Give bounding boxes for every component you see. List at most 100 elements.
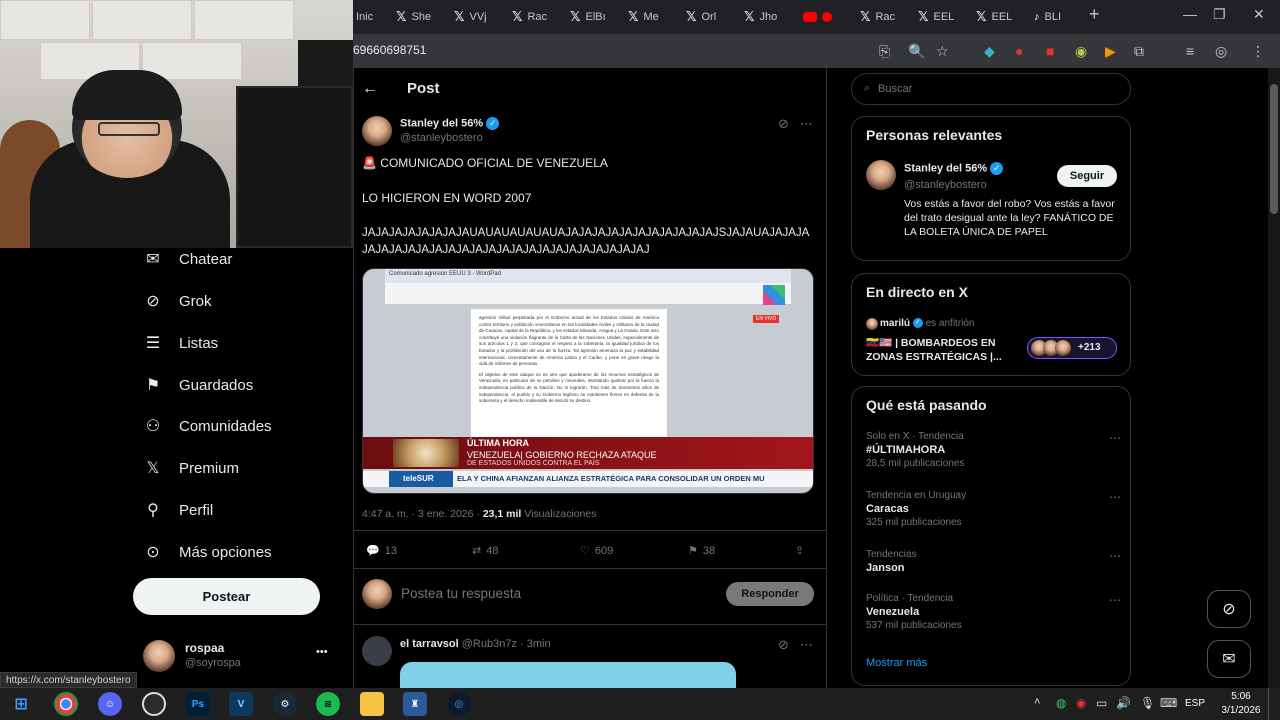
author-name[interactable]: Stanley del 56% ✓: [400, 117, 500, 130]
reply-image[interactable]: [400, 662, 736, 688]
browser-tab[interactable]: 𝕏 EEL: [918, 6, 954, 28]
person-name[interactable]: Stanley del 56% ✓: [904, 162, 1004, 175]
browser-tab[interactable]: 𝕏 VVj: [454, 6, 487, 28]
browser-tab[interactable]: 𝕏 Me: [628, 6, 659, 28]
like-action[interactable]: ♡ 609: [580, 544, 613, 558]
keyboard-icon[interactable]: ⌨: [1160, 696, 1177, 710]
more-options-icon[interactable]: ⋯: [1109, 431, 1121, 445]
extension-icon[interactable]: ■: [1046, 43, 1054, 59]
browser-tab[interactable]: Inic: [356, 6, 373, 28]
browser-tab[interactable]: 𝕏 ElBı: [570, 6, 606, 28]
grok-explain-icon[interactable]: ⊘: [778, 116, 789, 132]
language-indicator[interactable]: ESP: [1185, 698, 1205, 709]
messages-fab-icon[interactable]: ✉: [1207, 640, 1251, 678]
more-options-icon[interactable]: ⋯: [800, 116, 813, 132]
post-image[interactable]: Comunicado agresion EEUU 3 - WordPad EN …: [362, 268, 814, 494]
extension-icon[interactable]: ▶: [1105, 43, 1116, 60]
search-input[interactable]: ⌕ Buscar: [851, 73, 1131, 105]
browser-menu-icon[interactable]: ⋮: [1251, 43, 1265, 60]
new-tab-button[interactable]: +: [1089, 4, 1100, 25]
minimize-icon[interactable]: —: [1183, 6, 1197, 22]
browser-tab[interactable]: ♪ BLI: [1034, 6, 1061, 28]
browser-tab[interactable]: 𝕏 She: [396, 6, 431, 28]
photoshop-icon[interactable]: Ps: [186, 692, 210, 716]
extension-icon[interactable]: ◆: [984, 43, 995, 60]
bookmark-star-icon[interactable]: ☆: [936, 43, 949, 60]
browser-tab[interactable]: 𝕏 Jho: [744, 6, 777, 28]
clock-time[interactable]: 5:06: [1216, 691, 1266, 702]
post-button[interactable]: Postear: [133, 578, 320, 615]
tray-icon[interactable]: ◉: [1076, 696, 1086, 710]
volume-icon[interactable]: 🔊: [1116, 696, 1131, 710]
extension-icon[interactable]: ◉: [1075, 43, 1087, 60]
start-icon[interactable]: ⊞: [9, 692, 33, 716]
nav-item-chatear[interactable]: ✉ Chatear: [144, 249, 232, 269]
reply-action[interactable]: 💬 13: [366, 544, 397, 558]
account-menu-icon[interactable]: •••: [316, 646, 328, 658]
discord-icon[interactable]: ☺: [98, 692, 122, 716]
chrome-icon[interactable]: [54, 692, 78, 716]
author-handle[interactable]: @stanleybostero: [400, 132, 483, 144]
url-field[interactable]: 69660698751: [353, 43, 426, 57]
maximize-icon[interactable]: ❐: [1213, 6, 1226, 23]
nav-item-comunidades[interactable]: ⚇ Comunidades: [144, 416, 272, 436]
repost-action[interactable]: ⇄ 48: [472, 544, 498, 558]
nav-item-perfil[interactable]: ⚲ Perfil: [144, 500, 213, 520]
zoom-icon[interactable]: 🔍: [908, 43, 925, 60]
more-options-icon[interactable]: ⋯: [1109, 490, 1121, 504]
trend-item[interactable]: Tendencias Janson ⋯: [866, 549, 1121, 574]
follow-button[interactable]: Seguir: [1057, 165, 1117, 187]
install-app-icon[interactable]: ⎘: [879, 43, 890, 60]
browser-tab[interactable]: 𝕏 Rac: [860, 6, 895, 28]
nav-item-guardados[interactable]: ⚑ Guardados: [144, 375, 253, 395]
back-arrow-icon[interactable]: ←: [362, 80, 378, 98]
vegas-icon[interactable]: V: [229, 692, 253, 716]
extension-icon[interactable]: ●: [1015, 43, 1023, 59]
grok-explain-icon[interactable]: ⊘: [778, 637, 789, 653]
nav-item-more-options[interactable]: ⊙ Más opciones: [144, 542, 271, 562]
reply-author[interactable]: el tarravsol @Rub3n7z · 3min: [400, 638, 551, 650]
browser-tab-youtube[interactable]: [803, 6, 832, 28]
space-title[interactable]: 🇻🇪🇺🇸 | BOMBARDEOS EN ZONAS ESTRATÉGICAS …: [866, 336, 1022, 364]
person-handle[interactable]: @stanleybostero: [904, 179, 987, 191]
more-options-icon[interactable]: ⋯: [1109, 549, 1121, 563]
bloons-icon[interactable]: ♜: [403, 692, 427, 716]
explorer-icon[interactable]: [360, 692, 384, 716]
reply-button[interactable]: Responder: [726, 582, 814, 606]
author-avatar[interactable]: [362, 116, 392, 146]
trend-item[interactable]: Tendencia en Uruguay Caracas 325 mil publi…: [866, 490, 1121, 528]
show-more-link[interactable]: Mostrar más: [866, 657, 927, 669]
microphone-icon[interactable]: 🎙: [1140, 696, 1155, 710]
bookmark-action[interactable]: ⚑ 38: [688, 544, 715, 558]
more-options-icon[interactable]: ⋯: [1109, 593, 1121, 607]
spotify-icon[interactable]: ≋: [316, 692, 340, 716]
space-host[interactable]: marilú ✓ es anfitrión: [880, 318, 975, 329]
trend-item[interactable]: Solo en X · Tendencia #ÚLTIMAHORA 28,5 mil…: [866, 431, 1121, 469]
browser-tab[interactable]: 𝕏 Rac: [512, 6, 547, 28]
battlenet-icon[interactable]: ◎: [447, 692, 471, 716]
nav-item-listas[interactable]: ☰ Listas: [144, 333, 218, 353]
listeners-pill[interactable]: +213: [1027, 337, 1117, 359]
tray-arrow-icon[interactable]: ˄: [1034, 696, 1040, 708]
browser-tab[interactable]: 𝕏 EEL: [976, 6, 1012, 28]
more-options-icon[interactable]: ⋯: [800, 637, 813, 653]
extensions-puzzle-icon[interactable]: ⧉: [1134, 43, 1144, 60]
avatar[interactable]: [143, 640, 175, 672]
obs-icon[interactable]: [142, 692, 166, 716]
nav-item-premium[interactable]: 𝕏 Premium: [144, 458, 239, 478]
media-control-icon[interactable]: ≡: [1186, 43, 1194, 59]
scrollbar-thumb[interactable]: [1270, 84, 1278, 214]
browser-tab[interactable]: 𝕏 Orl: [686, 6, 716, 28]
profile-icon[interactable]: ◎: [1215, 43, 1227, 60]
share-icon[interactable]: ⇪: [795, 544, 804, 557]
trend-item[interactable]: Política · Tendencia Venezuela 537 mil pub…: [866, 593, 1121, 631]
reply-author-avatar[interactable]: [362, 636, 392, 666]
post-timestamp[interactable]: 4:47 a. m. · 3 ene. 2026 · 23,1 mil Visu…: [362, 508, 596, 520]
tray-icon[interactable]: ◍: [1056, 696, 1066, 710]
network-icon[interactable]: ▭: [1096, 696, 1107, 710]
nav-item-grok[interactable]: ⊘ Grok: [144, 291, 211, 311]
avatar[interactable]: [866, 160, 896, 190]
steam-icon[interactable]: ⚙: [273, 692, 297, 716]
close-window-icon[interactable]: ✕: [1253, 6, 1265, 23]
reply-input[interactable]: Postea tu respuesta: [401, 586, 521, 601]
